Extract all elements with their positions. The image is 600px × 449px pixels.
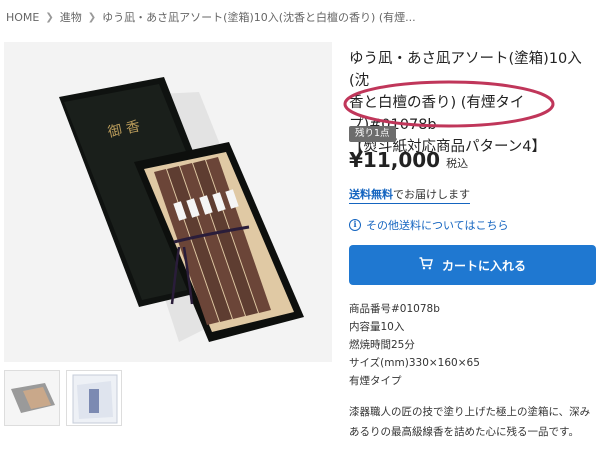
breadcrumb-current: ゆう凪・あさ凪アソート(塗箱)10入(沈香と白檀の香り) (有煙... [102, 11, 416, 24]
free-shipping-label: 送料無料 [349, 188, 393, 201]
breadcrumb-home[interactable]: HOME [6, 11, 39, 24]
shipping-note-text: でお届けします [393, 188, 470, 201]
price-value: ¥11,000 [349, 148, 441, 172]
breadcrumb-category[interactable]: 進物 [60, 9, 82, 25]
other-shipping-link[interactable]: i その他送料についてはこちら [349, 217, 508, 233]
info-icon: i [349, 219, 361, 231]
product-thumbnail-1[interactable] [4, 370, 60, 426]
product-thumbnail-2[interactable] [66, 370, 122, 426]
stock-badge: 残り1点 [349, 126, 396, 142]
breadcrumb: HOME ❯ 進物 ❯ ゆう凪・あさ凪アソート(塗箱)10入(沈香と白檀の香り)… [6, 8, 596, 26]
tax-label: 税込 [446, 157, 469, 170]
free-shipping-note: 送料無料でお届けします [349, 186, 470, 204]
product-description: 漆器職人の匠の技で塗り上げた極上の塗箱に、深みあるりの最高級線香を詰めた心に残る… [349, 406, 591, 438]
spec-item: 燃焼時間25分 [349, 339, 415, 351]
cart-icon [419, 257, 433, 273]
price: ¥11,000 税込 [349, 148, 468, 172]
chevron-right-icon: ❯ [87, 11, 97, 23]
cart-button-label[interactable]: カートに入れる [442, 257, 526, 274]
product-title-line: ゆう凪・あさ凪アソート(塗箱)10入(沈 [349, 51, 582, 89]
spec-item: 有煙タイプ [349, 375, 402, 387]
product-main-image[interactable]: 御 香 [4, 42, 332, 362]
product-specs: 商品番号#01078b 内容量10入 燃焼時間25分 サイズ(mm)330×16… [349, 300, 480, 390]
other-shipping-label[interactable]: その他送料についてはこちら [366, 217, 508, 233]
add-to-cart-button[interactable]: カートに入れる [349, 245, 596, 285]
spec-item: 商品番号#01078b [349, 303, 440, 315]
chevron-right-icon: ❯ [45, 11, 54, 23]
spec-item: サイズ(mm)330×160×65 [349, 357, 480, 369]
spec-item: 内容量10入 [349, 321, 405, 333]
